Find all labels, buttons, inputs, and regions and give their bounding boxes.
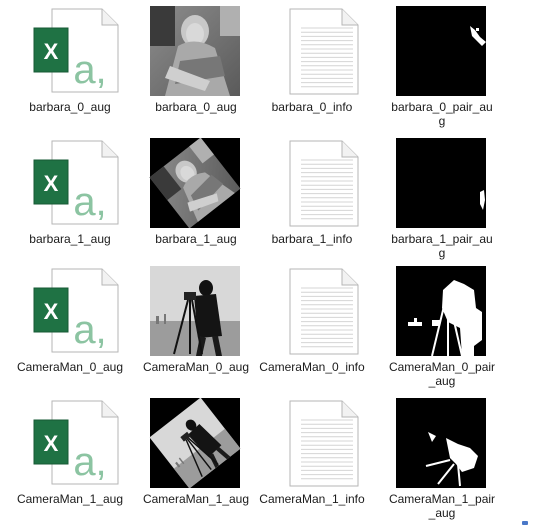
svg-text:X: X	[44, 431, 59, 456]
file-name-label: barbara_1_pair_aug	[391, 232, 493, 260]
file-name-label: barbara_0_aug	[29, 100, 111, 114]
file-name-label: barbara_0_aug	[155, 100, 237, 114]
image-thumbnail	[140, 137, 252, 229]
svg-text:a,: a,	[73, 308, 106, 352]
file-name-label: CameraMan_1_aug	[16, 492, 124, 506]
text-file-icon	[256, 266, 368, 356]
image-thumbnail	[140, 397, 252, 489]
svg-text:X: X	[44, 299, 59, 324]
file-name-label: CameraMan_0_aug	[142, 360, 250, 374]
scrollbar-indicator[interactable]	[522, 521, 528, 525]
file-item[interactable]: X a, CameraMan_0_aug	[14, 266, 126, 396]
file-name-label: barbara_0_info	[271, 100, 353, 114]
file-name-label: CameraMan_1_info	[259, 492, 365, 506]
file-item[interactable]: barbara_1_aug	[140, 137, 252, 268]
file-name-label: CameraMan_1_aug	[142, 492, 250, 506]
text-file-icon	[256, 398, 368, 488]
svg-text:a,: a,	[73, 440, 106, 484]
file-item[interactable]: CameraMan_0_aug	[140, 266, 252, 396]
file-item[interactable]: barbara_0_aug	[140, 6, 252, 136]
mask-image-thumbnail	[386, 398, 498, 488]
svg-text:a,: a,	[73, 180, 106, 224]
file-name-label: barbara_1_aug	[155, 232, 237, 246]
svg-text:X: X	[44, 39, 59, 64]
text-file-icon	[256, 138, 368, 228]
file-item[interactable]: CameraMan_1_aug	[140, 397, 252, 528]
text-file-icon	[256, 6, 368, 96]
file-item[interactable]: CameraMan_1_info	[256, 398, 368, 528]
file-item[interactable]: barbara_1_pair_aug	[386, 138, 498, 268]
file-item[interactable]: barbara_0_info	[256, 6, 368, 136]
excel-file-icon: X a,	[14, 6, 126, 96]
image-thumbnail	[140, 266, 252, 356]
mask-image-thumbnail	[386, 138, 498, 228]
file-item[interactable]: barbara_0_pair_aug	[386, 6, 498, 136]
file-item[interactable]: X a, CameraMan_1_aug	[14, 398, 126, 528]
file-name-label: CameraMan_0_pair_aug	[388, 360, 496, 388]
svg-text:X: X	[44, 171, 59, 196]
image-thumbnail	[140, 6, 252, 96]
excel-file-icon: X a,	[14, 398, 126, 488]
file-name-label: CameraMan_0_info	[259, 360, 365, 374]
svg-text:a,: a,	[73, 48, 106, 92]
file-item[interactable]: CameraMan_1_pair_aug	[386, 398, 498, 528]
file-name-label: CameraMan_1_pair_aug	[388, 492, 496, 520]
file-name-label: barbara_1_info	[271, 232, 353, 246]
file-item[interactable]: CameraMan_0_pair_aug	[386, 266, 498, 396]
file-name-label: barbara_1_aug	[29, 232, 111, 246]
file-item[interactable]: CameraMan_0_info	[256, 266, 368, 396]
file-grid: X a, barbara_0_aug barbara_0_aug barbara…	[0, 0, 534, 527]
file-item[interactable]: barbara_1_info	[256, 138, 368, 268]
excel-file-icon: X a,	[14, 266, 126, 356]
excel-file-icon: X a,	[14, 138, 126, 228]
mask-image-thumbnail	[386, 6, 498, 96]
file-name-label: barbara_0_pair_aug	[391, 100, 493, 128]
file-item[interactable]: X a, barbara_1_aug	[14, 138, 126, 268]
mask-image-thumbnail	[386, 266, 498, 357]
file-name-label: CameraMan_0_aug	[16, 360, 124, 374]
file-item[interactable]: X a, barbara_0_aug	[14, 6, 126, 136]
